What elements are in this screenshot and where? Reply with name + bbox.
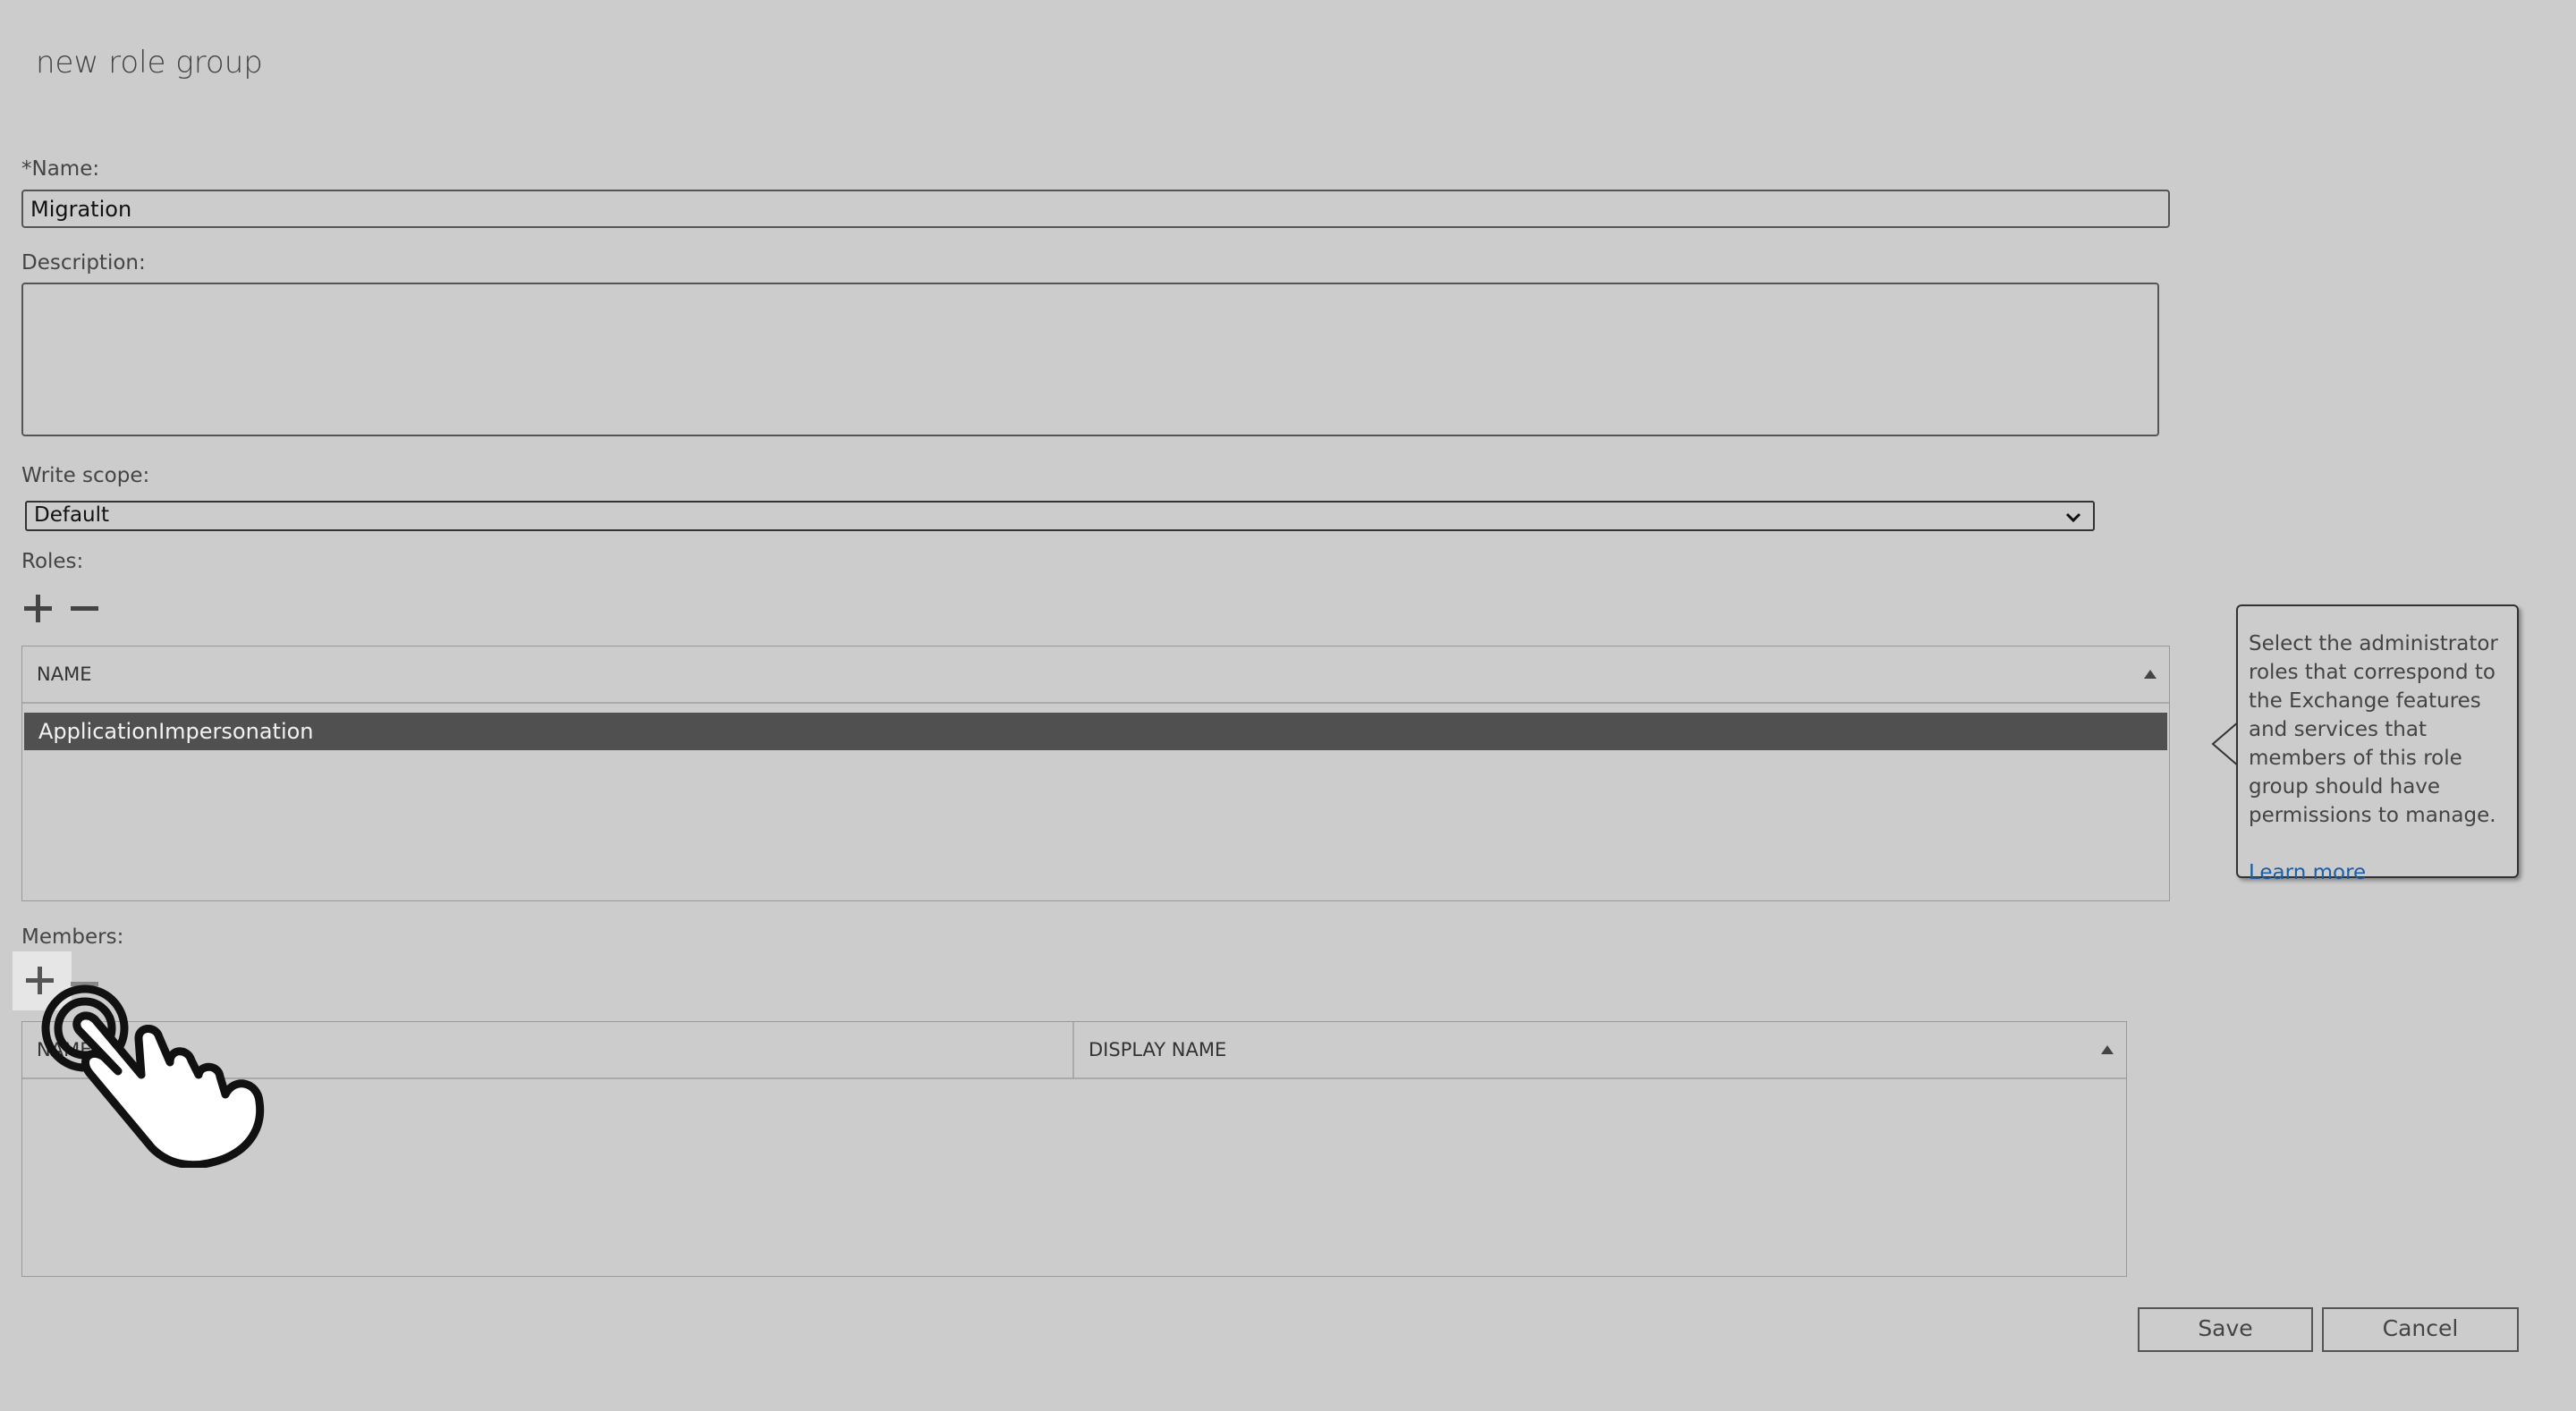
description-textarea[interactable]	[21, 283, 2159, 436]
roles-table-header: NAME	[22, 646, 2169, 704]
cancel-button[interactable]: Cancel	[2322, 1307, 2519, 1352]
name-input[interactable]	[21, 190, 2170, 228]
name-label: *Name:	[21, 157, 100, 181]
save-button[interactable]: Save	[2138, 1307, 2313, 1352]
table-row[interactable]: ApplicationImpersonation	[24, 713, 2167, 750]
roles-label: Roles:	[21, 550, 84, 573]
remove-role-minus-icon[interactable]	[68, 590, 104, 626]
add-role-plus-icon[interactable]	[21, 590, 57, 626]
hand-pointer-icon	[41, 984, 265, 1168]
members-display-name-column-header[interactable]: DISPLAY NAME	[1074, 1022, 2126, 1077]
members-label: Members:	[21, 925, 124, 949]
learn-more-link[interactable]: Learn more	[2249, 858, 2508, 887]
dialog-title: new role group	[36, 45, 263, 80]
write-scope-value: Default	[34, 503, 110, 527]
chevron-down-icon	[2065, 512, 2081, 523]
roles-name-column-header[interactable]: NAME	[22, 646, 2169, 702]
members-table: NAME DISPLAY NAME	[21, 1021, 2127, 1277]
members-table-header: NAME DISPLAY NAME	[22, 1022, 2126, 1079]
write-scope-label: Write scope:	[21, 464, 150, 487]
description-label: Description:	[21, 251, 146, 275]
help-callout: Select the administrator roles that corr…	[2236, 604, 2519, 884]
sort-ascending-icon	[2144, 670, 2157, 679]
roles-table: NAME ApplicationImpersonation	[21, 646, 2170, 901]
write-scope-select[interactable]: Default	[25, 501, 2095, 531]
sort-ascending-icon	[2101, 1045, 2114, 1054]
callout-text: Select the administrator roles that corr…	[2249, 632, 2498, 827]
